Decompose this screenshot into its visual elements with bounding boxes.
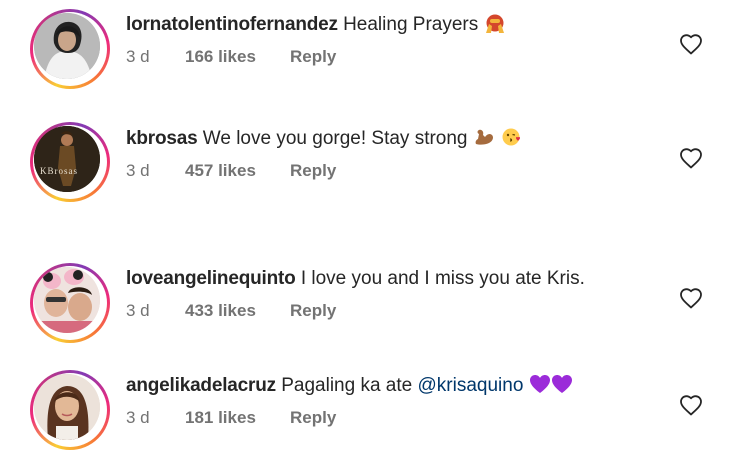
avatar[interactable] xyxy=(30,263,110,343)
heart-icon[interactable] xyxy=(679,147,703,171)
comment-text: I love you and I miss you ate Kris. xyxy=(300,268,585,289)
comment-meta: 3 d 433 likes Reply xyxy=(126,300,336,322)
comment-text: Pagaling ka ate xyxy=(281,375,413,396)
comment-username[interactable]: kbrosas xyxy=(126,128,198,149)
mention-link[interactable]: @krisaquino xyxy=(418,375,524,396)
comment-time: 3 d xyxy=(126,408,150,427)
flexed-biceps-emoji xyxy=(473,127,495,154)
reply-button[interactable]: Reply xyxy=(290,407,336,429)
reply-button[interactable]: Reply xyxy=(290,160,336,182)
comment-likes[interactable]: 181 likes xyxy=(185,407,290,429)
comment-time: 3 d xyxy=(126,301,150,320)
comment-meta: 3 d 181 likes Reply xyxy=(126,407,336,429)
comment-text: We love you gorge! Stay strong xyxy=(202,128,468,149)
comment-time: 3 d xyxy=(126,47,150,66)
avatar[interactable] xyxy=(30,9,110,89)
comment-username[interactable]: loveangelinequinto xyxy=(126,268,296,289)
heart-icon[interactable] xyxy=(679,33,703,57)
kiss-face-emoji xyxy=(500,127,522,154)
heart-icon[interactable] xyxy=(679,287,703,311)
comment-time: 3 d xyxy=(126,161,150,180)
comment-likes[interactable]: 166 likes xyxy=(185,46,290,68)
comment-likes[interactable]: 433 likes xyxy=(185,300,290,322)
kbrosas-logo: KBrosas xyxy=(40,166,78,176)
avatar[interactable] xyxy=(30,370,110,450)
comment-username[interactable]: lornatolentinofernandez xyxy=(126,14,338,35)
purple-heart-emoji xyxy=(529,374,573,401)
face-palm-emoji xyxy=(484,13,506,40)
heart-icon[interactable] xyxy=(679,394,703,418)
reply-button[interactable]: Reply xyxy=(290,300,336,322)
comment-likes[interactable]: 457 likes xyxy=(185,160,290,182)
avatar[interactable]: KBrosas xyxy=(30,122,110,202)
comment-username[interactable]: angelikadelacruz xyxy=(126,375,276,396)
comment-meta: 3 d 166 likes Reply xyxy=(126,46,336,68)
comment-meta: 3 d 457 likes Reply xyxy=(126,160,336,182)
reply-button[interactable]: Reply xyxy=(290,46,336,68)
comment-text: Healing Prayers xyxy=(343,14,479,35)
